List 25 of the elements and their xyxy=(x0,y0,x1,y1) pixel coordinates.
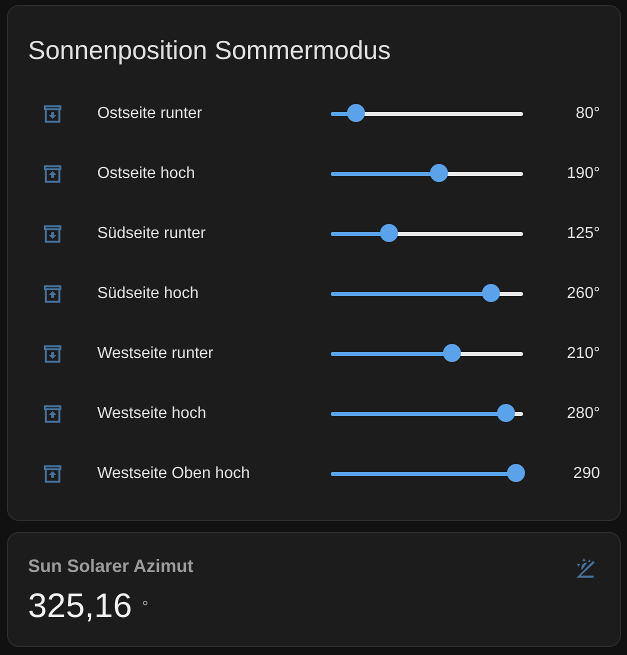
slider-value: 80° xyxy=(574,104,600,124)
slider-value: 190° xyxy=(566,164,600,184)
row-label: Westseite hoch xyxy=(97,404,208,424)
slider-value: 125° xyxy=(566,224,600,244)
card-title: Sonnenposition Sommermodus xyxy=(28,34,392,66)
sensor-unit: ° xyxy=(142,599,148,616)
slider-value: 260° xyxy=(566,284,600,304)
row-label: Südseite runter xyxy=(97,224,207,244)
slider-thumb[interactable] xyxy=(443,344,462,362)
row-label: Ostseite runter xyxy=(97,104,204,124)
row-label: Südseite hoch xyxy=(97,284,200,304)
slider-thumb[interactable] xyxy=(497,404,516,422)
slider-thumb[interactable] xyxy=(506,464,525,482)
slider-thumb[interactable] xyxy=(482,284,500,302)
row-label: Westseite runter xyxy=(97,344,214,364)
slider-thumb[interactable] xyxy=(380,224,398,242)
slider-value: 210° xyxy=(566,344,600,364)
sensor-name: Sun Solarer Azimut xyxy=(28,555,194,578)
row-label: Westseite Oben hoch xyxy=(97,464,251,484)
slider-value: 290 xyxy=(572,464,600,484)
sensor-value: 325,16 xyxy=(28,587,132,625)
slider-value: 280° xyxy=(566,404,600,424)
slider-thumb[interactable] xyxy=(430,164,448,182)
row-label: Ostseite hoch xyxy=(97,164,196,184)
slider-thumb[interactable] xyxy=(346,104,365,122)
